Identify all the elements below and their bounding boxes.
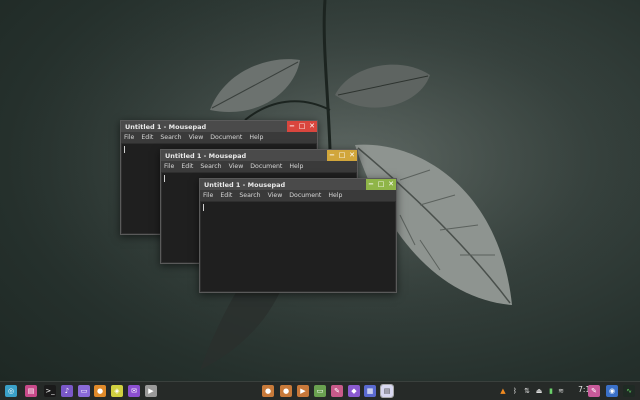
menu-document[interactable]: Document — [250, 163, 282, 170]
media-icon[interactable]: ▶ — [145, 385, 157, 397]
menu-file[interactable]: File — [124, 134, 134, 141]
text-editor-area[interactable] — [201, 202, 395, 291]
menu-help[interactable]: Help — [249, 134, 263, 141]
music-player-icon[interactable]: ♪ — [61, 385, 73, 397]
bluetooth-icon[interactable]: ᛒ — [510, 385, 520, 397]
battery-icon[interactable]: ▮ — [546, 385, 556, 397]
menu-edit[interactable]: Edit — [220, 192, 232, 199]
menu-edit[interactable]: Edit — [181, 163, 193, 170]
minimize-button[interactable]: − — [366, 179, 376, 190]
text-caret — [164, 175, 165, 182]
menu-help[interactable]: Help — [328, 192, 342, 199]
system-monitor-icon[interactable]: ∿ — [623, 385, 635, 397]
eject-icon[interactable]: ⏏ — [534, 385, 544, 397]
close-button[interactable]: ✕ — [386, 179, 396, 190]
screenshot-icon[interactable]: ◉ — [606, 385, 618, 397]
menu-help[interactable]: Help — [289, 163, 303, 170]
menu-edit[interactable]: Edit — [141, 134, 153, 141]
file-manager-icon[interactable]: ▤ — [25, 385, 37, 397]
close-button[interactable]: ✕ — [307, 121, 317, 132]
app-orange-icon[interactable]: ● — [262, 385, 274, 397]
terminal-icon[interactable]: >_ — [44, 385, 56, 397]
window-title: Untitled 1 - Mousepad — [125, 122, 207, 131]
network-icon[interactable]: ⇅ — [522, 385, 532, 397]
window-titlebar[interactable]: Untitled 1 - Mousepad − □ ✕ — [161, 150, 357, 161]
app-paint-icon[interactable]: ✎ — [331, 385, 343, 397]
taskbar: ◎ ▤ >_ ♪ ▭ ● ◈ ✉ ▶ ● ● ▶ ▭ ✎ ◆ ▦ ▤ ▲ ᛒ ⇅ ⏏ ▮ ≋ 7:18 ✎ ◉ ∿ — [0, 381, 640, 400]
app-play-icon[interactable]: ▶ — [297, 385, 309, 397]
color-picker-icon[interactable]: ◈ — [111, 385, 123, 397]
menu-search[interactable]: Search — [239, 192, 260, 199]
menu-view[interactable]: View — [229, 163, 244, 170]
menu-bar: File Edit Search View Document Help — [200, 190, 396, 201]
minimize-button[interactable]: − — [327, 150, 337, 161]
menu-view[interactable]: View — [268, 192, 283, 199]
menu-search[interactable]: Search — [200, 163, 221, 170]
text-caret — [203, 204, 204, 211]
window-titlebar[interactable]: Untitled 1 - Mousepad − □ ✕ — [200, 179, 396, 190]
chat-icon[interactable]: ✉ — [128, 385, 140, 397]
menu-document[interactable]: Document — [210, 134, 242, 141]
window-title: Untitled 1 - Mousepad — [165, 151, 247, 160]
window-titlebar[interactable]: Untitled 1 - Mousepad − □ ✕ — [121, 121, 317, 132]
vlc-icon[interactable]: ▲ — [498, 385, 508, 397]
maximize-button[interactable]: □ — [337, 150, 347, 161]
menu-bar: File Edit Search View Document Help — [161, 161, 357, 172]
app-mousepad-icon[interactable]: ▤ — [380, 384, 394, 398]
app-purple-icon[interactable]: ◆ — [348, 385, 360, 397]
menu-search[interactable]: Search — [160, 134, 181, 141]
wifi-icon[interactable]: ≋ — [556, 385, 566, 397]
maximize-button[interactable]: □ — [297, 121, 307, 132]
app-blue-icon[interactable]: ▦ — [364, 385, 376, 397]
app-folder-icon[interactable]: ▭ — [314, 385, 326, 397]
menu-file[interactable]: File — [164, 163, 174, 170]
text-caret — [124, 146, 125, 153]
menu-file[interactable]: File — [203, 192, 213, 199]
window-title: Untitled 1 - Mousepad — [204, 180, 286, 189]
close-button[interactable]: ✕ — [347, 150, 357, 161]
menu-view[interactable]: View — [189, 134, 204, 141]
start-menu-icon[interactable]: ◎ — [5, 385, 17, 397]
mousepad-window-3[interactable]: Untitled 1 - Mousepad − □ ✕ File Edit Se… — [199, 178, 397, 293]
firefox-icon[interactable]: ● — [94, 385, 106, 397]
app-orange2-icon[interactable]: ● — [280, 385, 292, 397]
menu-bar: File Edit Search View Document Help — [121, 132, 317, 143]
folder-icon[interactable]: ▭ — [78, 385, 90, 397]
maximize-button[interactable]: □ — [376, 179, 386, 190]
paint-tray-icon[interactable]: ✎ — [588, 385, 600, 397]
minimize-button[interactable]: − — [287, 121, 297, 132]
menu-document[interactable]: Document — [289, 192, 321, 199]
